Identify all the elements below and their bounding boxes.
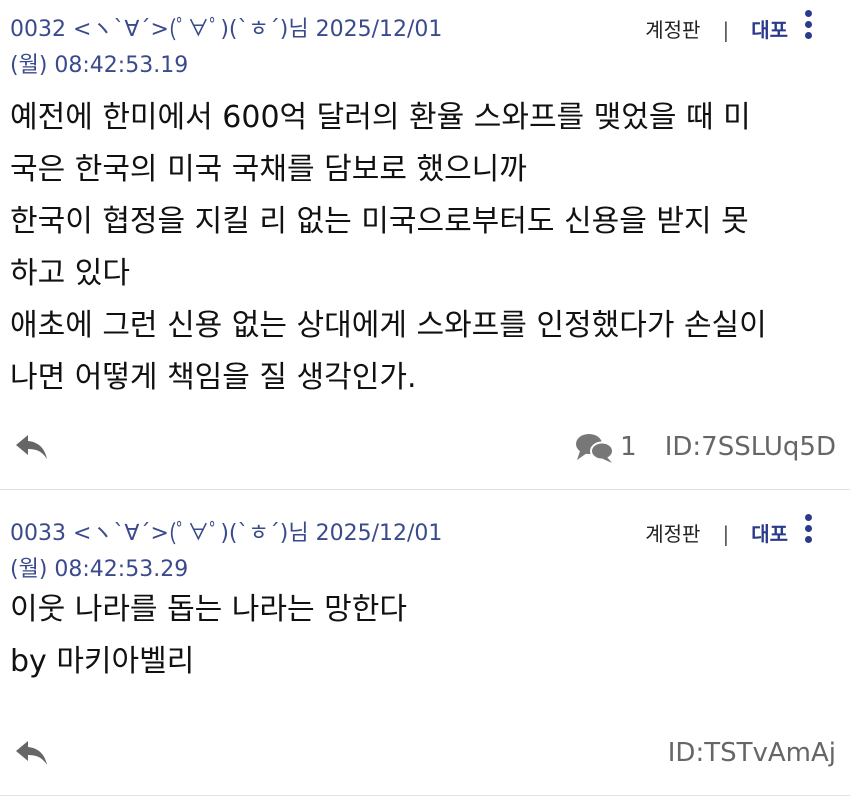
post-meta: 0033 <ヽ`∀´>(ﾟ∀ﾟ)(`ㅎ´)님 2025/12/01 (월) 08… [10,504,836,582]
post-actions: 계정판 | 대포 [645,14,788,46]
post-body-line: 애초에 그런 신용 없는 상대에게 스와프를 인정했다가 손실이 [10,308,767,343]
comment-count[interactable]: 1 [620,432,637,462]
reply-arrow-icon[interactable] [14,737,50,769]
user-id: ID:TSTvAmAj [667,738,836,768]
post-footer-right: ID:TSTvAmAj [668,733,836,773]
post-body-line: by 마키아벨리 [10,644,195,679]
post-meta: 0032 <ヽ`∀´>(ﾟ∀ﾟ)(`ㅎ´)님 2025/12/01 (월) 08… [10,0,836,78]
actions-divider: | [722,522,730,546]
kebab-menu-icon[interactable] [802,514,814,550]
post-header-line: 0032 <ヽ`∀´>(ﾟ∀ﾟ)(`ㅎ´)님 2025/12/01 [10,14,442,46]
post-date: 2025/12/01 [315,521,443,546]
post-body-line: 한국이 협정을 지킬 리 없는 미국으로부터도 신용을 받지 못 [10,204,749,239]
user-id: ID:7SSLUq5D [664,432,836,462]
reply-arrow-icon[interactable] [14,431,50,463]
post-body-line: 이웃 나라를 돕는 나라는 망한다 [10,592,407,627]
account-board-button[interactable]: 계정판 [645,522,700,546]
dapo-button[interactable]: 대포 [751,522,788,546]
post-body: 예전에 한미에서 600억 달러의 환율 스와프를 맺었을 때 미 국은 한국의… [10,92,836,404]
post-footer: 1 ID:7SSLUq5D [10,427,836,467]
post-actions: 계정판 | 대포 [645,518,788,550]
post-footer: ID:TSTvAmAj [10,733,836,773]
post-nickname[interactable]: <ヽ`∀´>(ﾟ∀ﾟ)(`ㅎ´)님 [73,521,309,546]
post-body: 이웃 나라를 돕는 나라는 망한다 by 마키아벨리 [10,584,836,688]
post-time: (월) 08:42:53.19 [10,53,189,78]
actions-divider: | [722,18,730,42]
post-number: 0032 [10,17,66,42]
post-date: 2025/12/01 [315,17,443,42]
post-0033: 0033 <ヽ`∀´>(ﾟ∀ﾟ)(`ㅎ´)님 2025/12/01 (월) 08… [0,504,850,796]
comments-bubble-icon[interactable] [574,432,615,464]
kebab-menu-icon[interactable] [802,10,814,46]
post-body-line: 국은 한국의 미국 국채를 담보로 했으니까 [10,152,527,187]
post-body-line: 예전에 한미에서 600억 달러의 환율 스와프를 맺었을 때 미 [10,100,751,135]
account-board-button[interactable]: 계정판 [645,18,700,42]
post-header-line: 0033 <ヽ`∀´>(ﾟ∀ﾟ)(`ㅎ´)님 2025/12/01 [10,518,442,550]
post-0032: 0032 <ヽ`∀´>(ﾟ∀ﾟ)(`ㅎ´)님 2025/12/01 (월) 08… [0,0,850,490]
post-body-line: 하고 있다 [10,256,130,291]
dapo-button[interactable]: 대포 [751,18,788,42]
post-time: (월) 08:42:53.29 [10,557,189,582]
post-footer-right: 1 ID:7SSLUq5D [574,427,836,467]
post-nickname[interactable]: <ヽ`∀´>(ﾟ∀ﾟ)(`ㅎ´)님 [73,17,309,42]
post-body-line: 나면 어떻게 책임을 질 생각인가. [10,360,417,395]
post-number: 0033 [10,521,66,546]
